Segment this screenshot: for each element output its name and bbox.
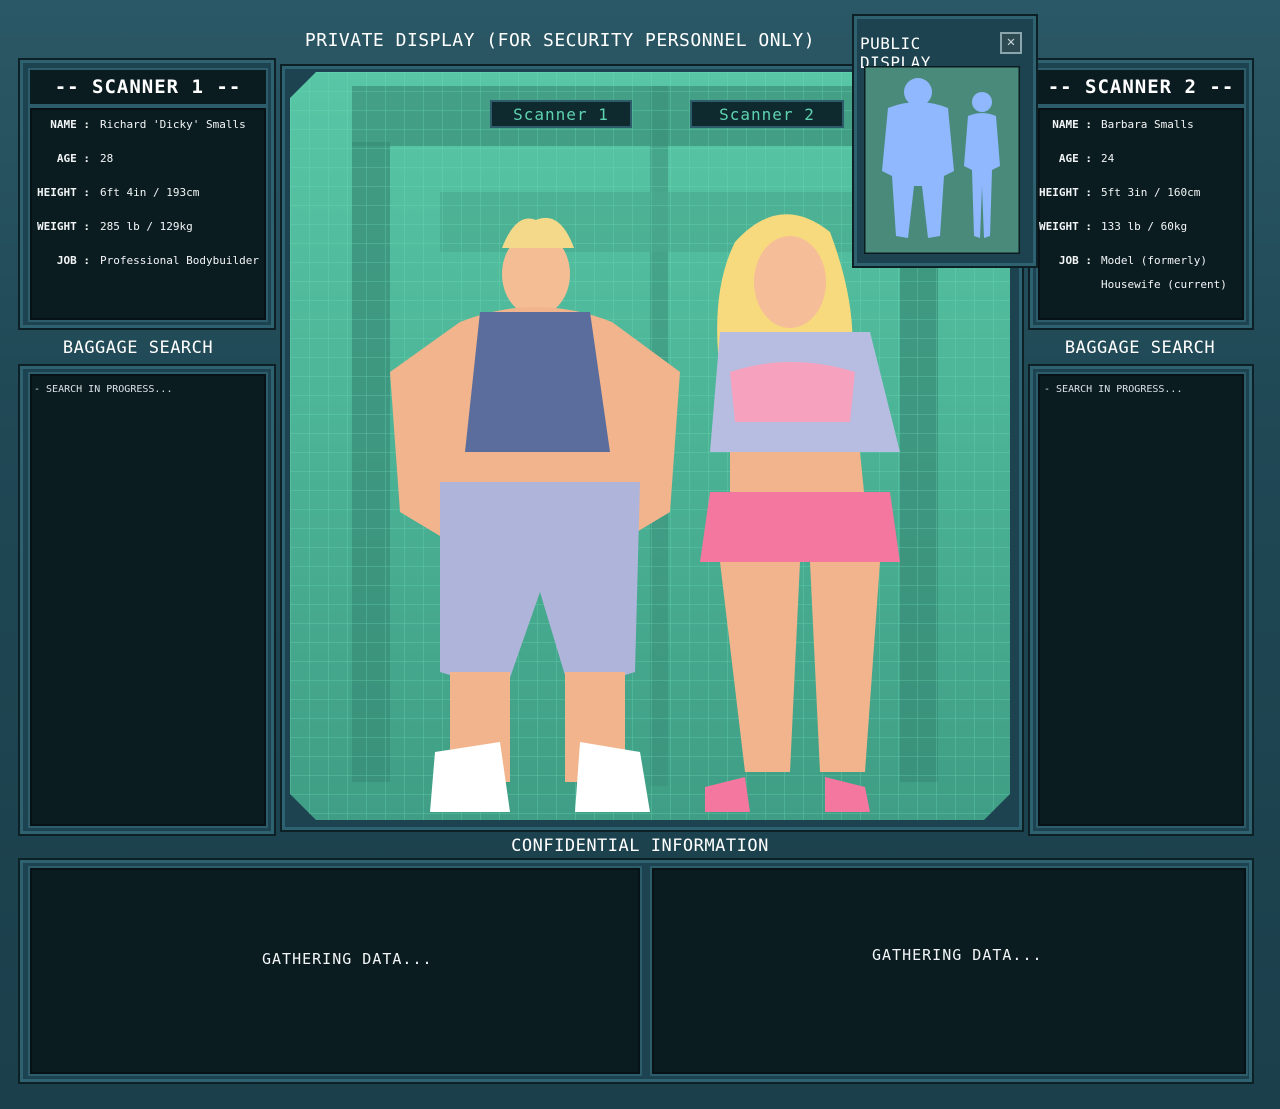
private-display-title: PRIVATE DISPLAY (FOR SECURITY PERSONNEL … xyxy=(304,30,816,51)
scanner-tag-2: Scanner 2 xyxy=(690,100,844,128)
public-display-screen xyxy=(864,66,1020,254)
scanner1-info-screen xyxy=(28,106,268,322)
scanner2-field-label: NAME : xyxy=(1052,118,1092,131)
scanner2-field-label: AGE : xyxy=(1058,152,1092,165)
scanner2-baggage-screen xyxy=(1036,372,1246,828)
scanner1-field-label: JOB : xyxy=(56,254,90,267)
scanner1-field-value: 28 xyxy=(100,152,114,165)
scanner1-field-value: 285 lb / 129kg xyxy=(100,220,193,233)
scanner1-title: -- SCANNER 1 -- xyxy=(28,68,268,106)
scanner2-baggage-status: - SEARCH IN PROGRESS... xyxy=(1044,384,1183,395)
scanner1-field-label: WEIGHT : xyxy=(37,220,90,233)
confidential-title: CONFIDENTIAL INFORMATION xyxy=(511,836,769,856)
scanner2-field-value: 5ft 3in / 160cm xyxy=(1101,186,1201,199)
confidential-left-screen xyxy=(28,866,642,1076)
scanner2-field-value: 24 xyxy=(1101,152,1115,165)
confidential-left-status: GATHERING DATA... xyxy=(262,950,433,968)
scanner2-job-extra: Housewife (current) xyxy=(1101,278,1227,291)
scanner2-field-value: Model (formerly) xyxy=(1101,254,1207,267)
confidential-right-screen xyxy=(650,866,1248,1076)
scanner1-field-value: Professional Bodybuilder xyxy=(100,254,259,267)
scanner2-field-value: 133 lb / 60kg xyxy=(1101,220,1188,233)
confidential-right-status: GATHERING DATA... xyxy=(872,946,1043,964)
scanner2-field-value: Barbara Smalls xyxy=(1101,118,1194,131)
scanner1-field-label: NAME : xyxy=(50,118,90,131)
scanner2-title: -- SCANNER 2 -- xyxy=(1036,68,1246,106)
scanner1-field-label: AGE : xyxy=(56,152,90,165)
close-icon[interactable]: ✕ xyxy=(1000,32,1022,54)
scanner2-field-label: HEIGHT : xyxy=(1039,186,1092,199)
scanner1-baggage-screen xyxy=(28,372,268,828)
scanner2-field-label: WEIGHT : xyxy=(1039,220,1092,233)
scanner-tag-1: Scanner 1 xyxy=(490,100,632,128)
scanner2-baggage-title: BAGGAGE SEARCH xyxy=(1064,338,1216,358)
scanner1-field-label: HEIGHT : xyxy=(37,186,90,199)
scanner2-field-label: JOB : xyxy=(1058,254,1092,267)
scanner1-field-value: Richard 'Dicky' Smalls xyxy=(100,118,246,131)
scanner1-field-value: 6ft 4in / 193cm xyxy=(100,186,200,199)
scanner1-baggage-title: BAGGAGE SEARCH xyxy=(62,338,214,358)
scanner1-baggage-status: - SEARCH IN PROGRESS... xyxy=(34,384,173,395)
